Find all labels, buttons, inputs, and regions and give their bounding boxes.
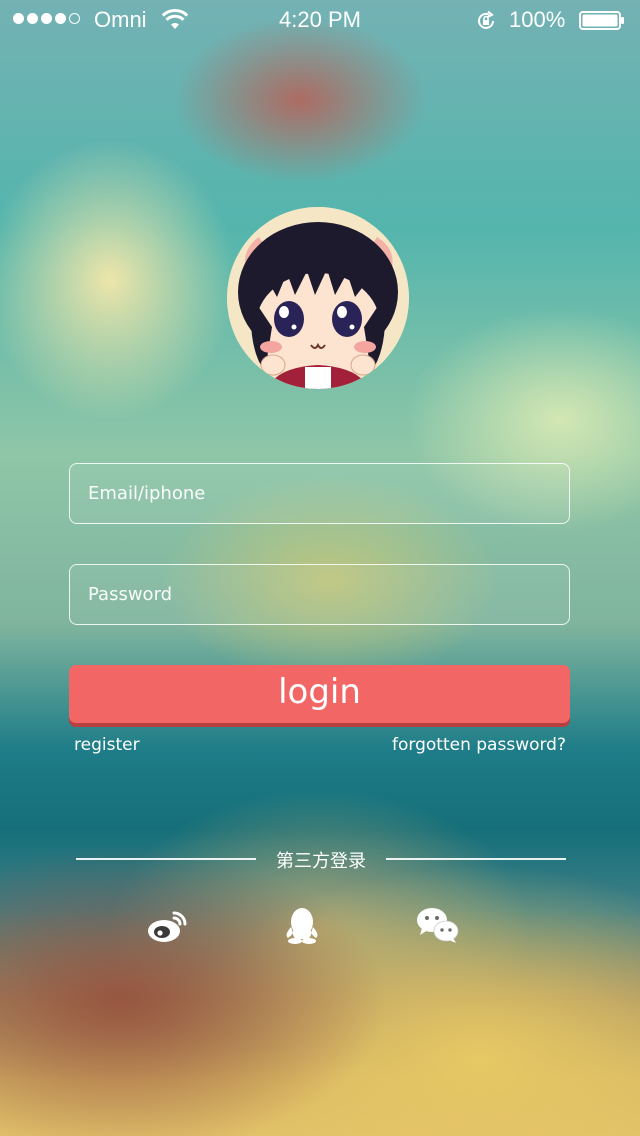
battery-percentage: 100% — [509, 7, 566, 32]
login-button[interactable]: login — [69, 665, 570, 723]
divider-left — [76, 858, 256, 860]
weibo-icon[interactable] — [146, 905, 190, 945]
email-field[interactable] — [69, 463, 570, 524]
password-input[interactable] — [70, 565, 569, 624]
cartoon-girl-avatar — [227, 207, 409, 389]
qq-icon[interactable] — [280, 905, 324, 945]
password-field[interactable] — [69, 564, 570, 625]
login-screen: Omni 4:20 PM 100% Email/iphone login reg… — [0, 0, 640, 1136]
avatar[interactable] — [227, 207, 409, 389]
status-bar: Omni 4:20 PM 100% — [0, 0, 640, 40]
rotation-lock-icon — [478, 10, 494, 29]
battery-icon — [579, 11, 624, 30]
email-input[interactable] — [70, 464, 569, 523]
divider-right — [386, 858, 566, 860]
wechat-icon[interactable] — [416, 905, 460, 945]
third-party-login-label: 第三方登录 — [276, 851, 366, 872]
register-link[interactable]: register — [74, 735, 140, 755]
forgot-password-link[interactable]: forgotten password? — [392, 735, 566, 755]
